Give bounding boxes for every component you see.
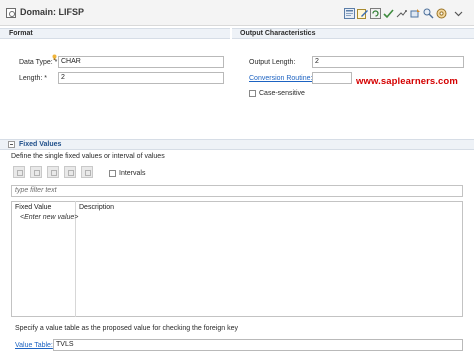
page-title: Domain: LIFSP: [20, 7, 85, 17]
watermark-text: www.saplearners.com: [356, 76, 458, 87]
fixed-values-table[interactable]: [11, 201, 463, 317]
output-length-field[interactable]: 2: [312, 56, 464, 68]
edit-icon[interactable]: [357, 8, 368, 19]
remove-row-button[interactable]: [30, 166, 42, 178]
display-icon[interactable]: [423, 8, 434, 19]
lightbulb-icon: [52, 54, 57, 60]
format-section-header: [0, 28, 230, 39]
move-down-button[interactable]: [81, 166, 93, 178]
domain-icon: [6, 8, 16, 18]
check-icon[interactable]: [383, 8, 394, 19]
chevron-down-icon[interactable]: [453, 8, 464, 19]
value-table-hint: Specify a value table as the proposed va…: [15, 325, 238, 332]
add-row-button[interactable]: [13, 166, 25, 178]
transport-icon[interactable]: [410, 8, 421, 19]
length-label: Length: *: [19, 75, 48, 82]
value-table-link[interactable]: Value Table:: [15, 342, 53, 349]
data-type-field[interactable]: CHAR: [58, 56, 224, 68]
where-used-icon[interactable]: [396, 8, 407, 19]
new-value-row[interactable]: <Enter new value>: [20, 214, 78, 221]
conversion-routine-field[interactable]: [312, 72, 352, 84]
case-sensitive-label: Case-sensitive: [259, 90, 305, 97]
fixed-values-section-header: [0, 139, 474, 150]
conversion-routine-link[interactable]: Conversion Routine:: [249, 75, 312, 82]
output-section-title: Output Characteristics: [240, 30, 316, 37]
fixed-values-description: Define the single fixed values or interv…: [11, 153, 165, 160]
move-up-button[interactable]: [64, 166, 76, 178]
fixed-values-section-title: Fixed Values: [19, 141, 62, 148]
copy-row-button[interactable]: [47, 166, 59, 178]
filter-input[interactable]: type filter text: [11, 185, 463, 197]
value-table-field[interactable]: TVLS: [53, 339, 463, 351]
intervals-checkbox[interactable]: [109, 170, 116, 177]
collapse-toggle-icon[interactable]: [8, 141, 15, 148]
case-sensitive-checkbox[interactable]: [249, 90, 256, 97]
refresh-icon[interactable]: [370, 8, 381, 19]
column-header-fixed-value[interactable]: Fixed Value: [15, 204, 51, 211]
length-field[interactable]: 2: [58, 72, 224, 84]
activate-icon[interactable]: [344, 8, 355, 19]
settings-icon[interactable]: [436, 8, 447, 19]
format-section-title: Format: [9, 30, 33, 37]
output-length-label: Output Length:: [249, 59, 296, 66]
column-header-description[interactable]: Description: [79, 204, 114, 211]
intervals-label: Intervals: [119, 170, 146, 177]
